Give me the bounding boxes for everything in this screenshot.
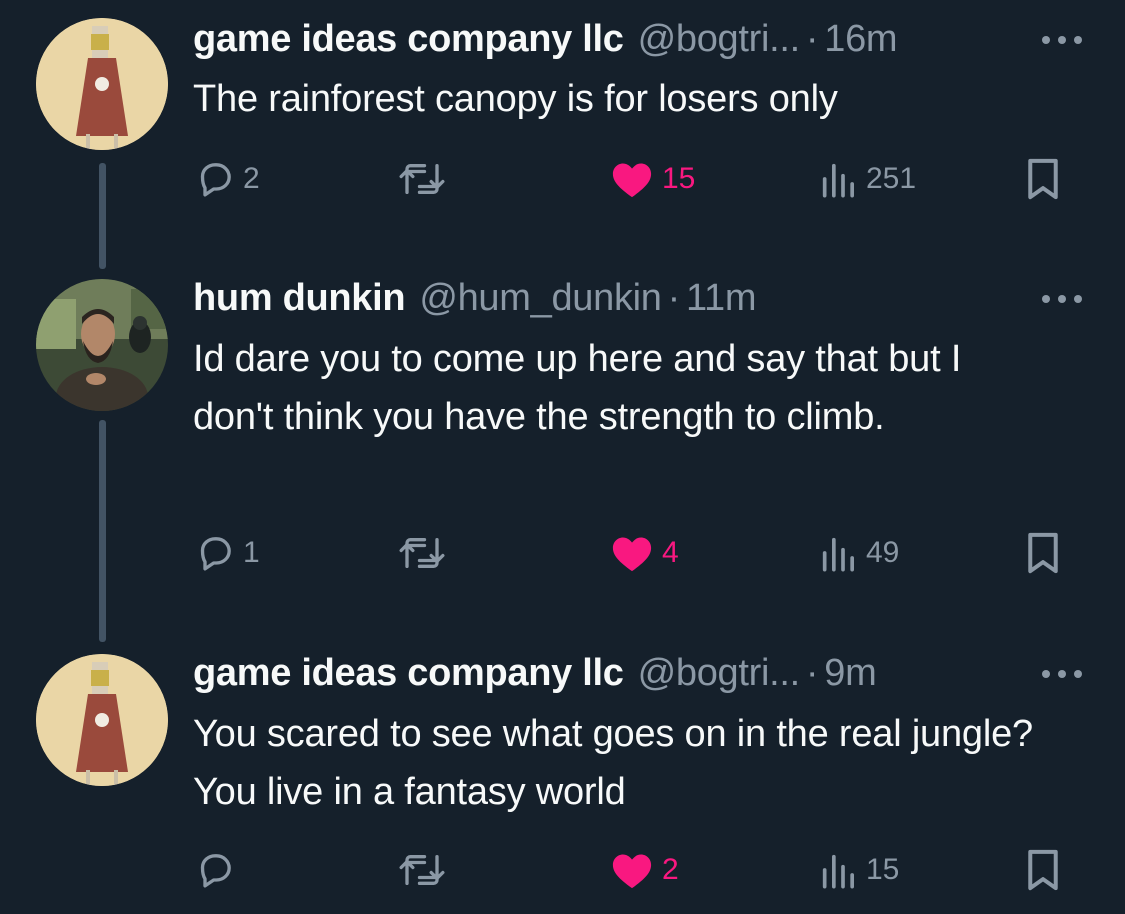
timestamp[interactable]: 11m	[686, 277, 757, 320]
like-icon	[612, 163, 652, 198]
views-icon	[822, 854, 854, 889]
views-button[interactable]: 251	[818, 154, 916, 204]
reply-button[interactable]: 2	[195, 154, 260, 204]
avatar[interactable]	[36, 18, 168, 150]
repost-button[interactable]	[398, 154, 454, 204]
like-count: 2	[662, 853, 679, 886]
more-icon[interactable]	[1038, 654, 1088, 690]
repost-icon	[399, 164, 445, 194]
tweet-actions: 2 15	[0, 845, 1125, 895]
timestamp[interactable]: 9m	[824, 652, 877, 695]
bookmark-button[interactable]	[1023, 154, 1063, 204]
author-name[interactable]: game ideas company llc	[193, 18, 624, 61]
separator-dot: ·	[805, 18, 819, 60]
bookmark-icon	[1028, 849, 1058, 891]
avatar[interactable]	[36, 279, 168, 411]
reply-count: 1	[243, 536, 260, 569]
tweet-header: game ideas company llc @bogtri... · 16m	[193, 18, 898, 68]
tweet-header: game ideas company llc @bogtri... · 9m	[193, 652, 877, 702]
author-name[interactable]: game ideas company llc	[193, 652, 624, 695]
views-icon	[822, 537, 854, 572]
more-icon[interactable]	[1038, 279, 1088, 315]
like-icon	[612, 854, 652, 889]
more-icon[interactable]	[1038, 20, 1088, 56]
tweet[interactable]: game ideas company llc @bogtri... · 9m Y…	[0, 652, 1125, 912]
author-handle[interactable]: @hum_dunkin	[419, 277, 662, 320]
separator-dot: ·	[805, 652, 819, 694]
like-button[interactable]: 15	[610, 154, 695, 204]
like-button[interactable]: 2	[610, 845, 679, 895]
timestamp[interactable]: 16m	[824, 18, 897, 61]
bookmark-button[interactable]	[1023, 528, 1063, 578]
views-count: 251	[866, 162, 917, 195]
views-count: 15	[866, 853, 900, 886]
author-handle[interactable]: @bogtri...	[638, 652, 801, 695]
reply-button[interactable]: 1	[195, 528, 260, 578]
repost-button[interactable]	[398, 845, 454, 895]
reply-icon	[200, 537, 231, 571]
views-icon	[822, 163, 854, 198]
reply-icon	[200, 854, 231, 888]
like-count: 15	[662, 162, 696, 195]
author-name[interactable]: hum dunkin	[193, 277, 406, 320]
tweet-text: You scared to see what goes on in the re…	[193, 713, 1033, 813]
reply-button[interactable]	[195, 845, 243, 895]
separator-dot: ·	[667, 277, 681, 319]
tweet-actions: 2 15 251	[0, 154, 1125, 204]
like-count: 4	[662, 536, 679, 569]
repost-icon	[399, 855, 445, 885]
reply-icon	[200, 163, 231, 197]
avatar[interactable]	[36, 654, 168, 786]
tweet[interactable]: hum dunkin @hum_dunkin · 11m Id dare you…	[0, 277, 1125, 597]
bookmark-icon	[1028, 532, 1058, 574]
views-button[interactable]: 15	[818, 845, 899, 895]
like-button[interactable]: 4	[610, 528, 679, 578]
tweet-header: hum dunkin @hum_dunkin · 11m	[193, 277, 756, 327]
tweet-actions: 1 4 49	[0, 528, 1125, 578]
bookmark-icon	[1028, 158, 1058, 200]
repost-button[interactable]	[398, 528, 454, 578]
views-button[interactable]: 49	[818, 528, 899, 578]
repost-icon	[399, 538, 445, 568]
bookmark-button[interactable]	[1023, 845, 1063, 895]
views-count: 49	[866, 536, 900, 569]
tweet-text: Id dare you to come up here and say that…	[193, 338, 962, 438]
reply-count: 2	[243, 162, 260, 195]
tweet-text: The rainforest canopy is for losers only	[193, 78, 838, 120]
like-icon	[612, 537, 652, 572]
tweet[interactable]: game ideas company llc @bogtri... · 16m …	[0, 18, 1125, 218]
author-handle[interactable]: @bogtri...	[638, 18, 801, 61]
